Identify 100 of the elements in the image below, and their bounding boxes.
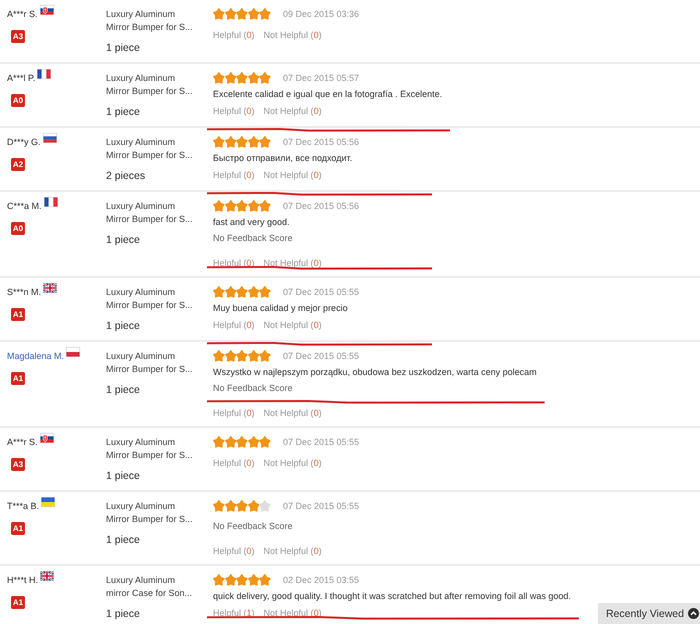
star-icon	[248, 200, 260, 212]
review-text: Excelente calidad e igual que en la fotografía . Excelente.	[213, 88, 442, 100]
slovak-flag-icon	[40, 433, 54, 443]
reviewer-name: S***n M.	[7, 286, 42, 298]
ukrainian-flag-icon	[41, 497, 56, 507]
star-icon	[224, 286, 236, 298]
quantity-text: 1 piece	[106, 105, 140, 119]
star-icon	[259, 574, 271, 586]
member-level-badge: A1	[11, 522, 25, 535]
not-helpful-link[interactable]: Not Helpful (0)	[264, 544, 322, 558]
feedback-score-text: No Feedback Score	[213, 520, 293, 532]
star-icon	[236, 200, 248, 212]
reviewer-name: A***r S.	[7, 436, 38, 448]
review-text: fast and very good.	[213, 216, 290, 228]
star-icon	[213, 436, 225, 448]
not-helpful-link[interactable]: Not Helpful (0)	[264, 456, 322, 470]
helpful-link[interactable]: Helpful (0)	[213, 456, 255, 470]
product-title[interactable]: Luxury Aluminum Mirror Bumper for S...	[106, 8, 198, 34]
star-icon	[248, 500, 260, 512]
feedback-score-text: No Feedback Score	[213, 232, 293, 244]
star-icon	[248, 8, 260, 20]
member-level-badge: A1	[11, 308, 25, 321]
review-date: 09 Dec 2015 03:36	[282, 8, 360, 20]
reviewer-name: A***r S.	[7, 8, 38, 20]
review-date: 07 Dec 2015 05:55	[282, 500, 360, 512]
quantity-text: 1 piece	[106, 469, 140, 483]
star-icon	[236, 136, 248, 148]
star-icon	[224, 200, 236, 212]
product-title[interactable]: Luxury Aluminum Mirror Bumper for S...	[106, 350, 198, 376]
french-flag-icon	[37, 69, 52, 79]
not-helpful-link[interactable]: Not Helpful (0)	[264, 256, 322, 270]
review-date: 07 Dec 2015 05:55	[282, 436, 360, 448]
star-icon	[248, 436, 260, 448]
british-flag-icon	[40, 571, 54, 581]
reviewer-name: D***y G.	[7, 136, 41, 148]
star-icon	[224, 500, 236, 512]
chevron-up-icon	[688, 608, 699, 619]
quantity-text: 2 pieces	[106, 169, 146, 183]
polish-flag-icon	[66, 347, 80, 357]
star-icon	[259, 350, 271, 362]
quantity-text: 1 piece	[106, 41, 140, 55]
reviewer-name: A***l P.	[7, 72, 36, 84]
star-icon	[236, 436, 248, 448]
member-level-badge: A1	[11, 596, 25, 609]
not-helpful-link[interactable]: Not Helpful (0)	[264, 406, 322, 420]
star-icon	[259, 8, 271, 20]
quantity-text: 1 piece	[106, 319, 140, 333]
member-level-badge: A2	[11, 158, 25, 171]
slovak-flag-icon	[40, 5, 54, 15]
helpful-link[interactable]: Helpful (0)	[213, 104, 255, 118]
star-icon	[236, 8, 248, 20]
member-level-badge: A3	[11, 30, 25, 43]
star-icon	[224, 350, 236, 362]
helpful-link[interactable]: Helpful (0)	[213, 544, 255, 558]
star-icon	[236, 574, 248, 586]
quantity-text: 1 piece	[106, 607, 140, 621]
review-text: quick delivery, good quality. I thought it was scratched but after removing foil all was good.	[213, 590, 571, 602]
helpful-link[interactable]: Helpful (0)	[213, 406, 255, 420]
recently-viewed-tab[interactable]: Recently Viewed	[598, 603, 700, 624]
helpful-link[interactable]: Helpful (0)	[213, 28, 255, 42]
star-icon	[213, 200, 225, 212]
not-helpful-link[interactable]: Not Helpful (0)	[264, 318, 322, 332]
quantity-text: 1 piece	[106, 383, 140, 397]
review-date: 02 Dec 2015 03:55	[282, 574, 360, 586]
helpful-link[interactable]: Helpful (0)	[213, 168, 255, 182]
star-icon	[224, 136, 236, 148]
star-icon	[259, 436, 271, 448]
reviewer-name[interactable]: Magdalena M.	[7, 350, 64, 362]
review-date: 07 Dec 2015 05:56	[282, 136, 360, 148]
star-icon	[248, 286, 260, 298]
star-icon	[213, 286, 225, 298]
review-date: 07 Dec 2015 05:55	[282, 350, 360, 362]
product-title[interactable]: Luxury Aluminum Mirror Bumper for S...	[106, 200, 198, 226]
product-title[interactable]: Luxury Aluminum Mirror Bumper for S...	[106, 136, 198, 162]
quantity-text: 1 piece	[106, 233, 140, 247]
french-flag-icon	[44, 197, 58, 207]
not-helpful-link[interactable]: Not Helpful (0)	[264, 104, 322, 118]
reviewer-name: T***a B.	[7, 500, 40, 512]
product-title[interactable]: Luxury Aluminum Mirror Bumper for S...	[106, 500, 198, 526]
star-icon	[213, 8, 225, 20]
star-icon	[236, 72, 248, 84]
member-level-badge: A1	[11, 372, 25, 385]
product-title[interactable]: Luxury Aluminum Mirror Bumper for S...	[106, 436, 198, 462]
review-date: 07 Dec 2015 05:55	[282, 286, 360, 298]
star-icon	[236, 350, 248, 362]
product-title[interactable]: Luxury Aluminum Mirror Bumper for S...	[106, 72, 198, 98]
not-helpful-link[interactable]: Not Helpful (0)	[264, 168, 322, 182]
product-title[interactable]: Luxury Aluminum mirror Case for Son...	[106, 574, 198, 600]
british-flag-icon	[43, 283, 58, 293]
review-text: Muy buena calidad y mejor precio	[213, 302, 348, 314]
member-level-badge: A0	[11, 94, 25, 107]
star-icon	[213, 574, 225, 586]
review-date: 07 Dec 2015 05:56	[282, 200, 360, 212]
reviewer-name: H***t H.	[7, 574, 38, 586]
star-icon	[259, 200, 271, 212]
star-icon	[213, 136, 225, 148]
review-text: Быстро отправили, все подходит.	[213, 152, 352, 164]
helpful-link[interactable]: Helpful (0)	[213, 318, 255, 332]
not-helpful-link[interactable]: Not Helpful (0)	[264, 28, 322, 42]
product-title[interactable]: Luxury Aluminum Mirror Bumper for S...	[106, 286, 198, 312]
